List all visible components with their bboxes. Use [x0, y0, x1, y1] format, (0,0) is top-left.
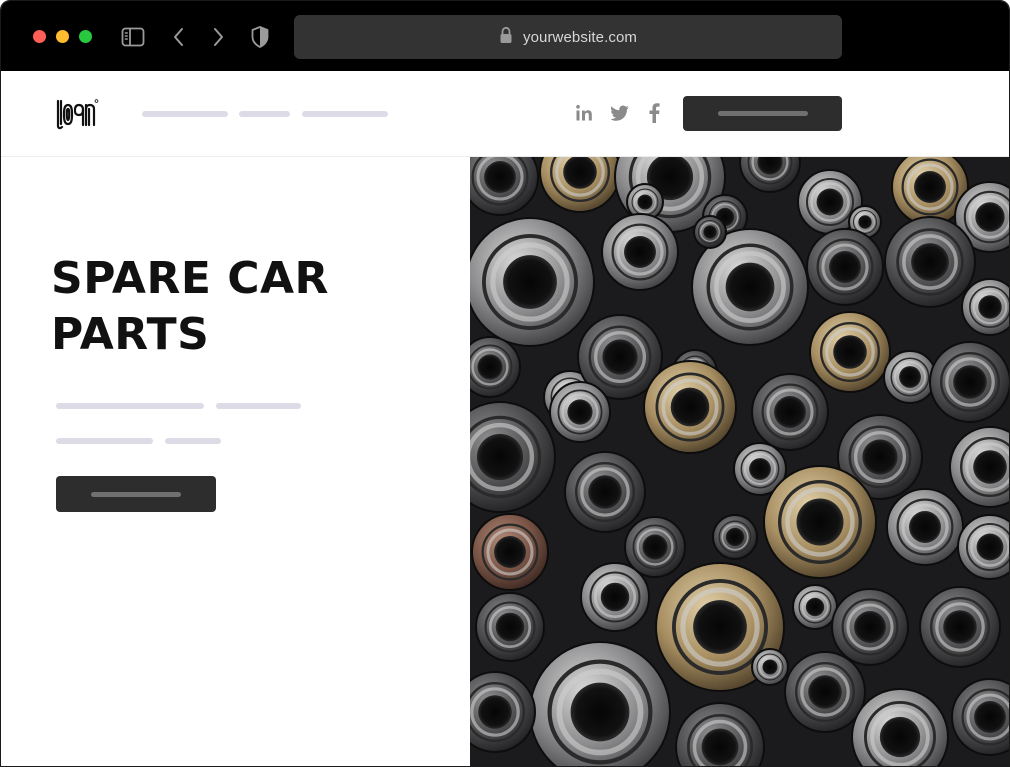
bearing-part: [884, 216, 976, 308]
bearing-part: [929, 341, 1009, 423]
minimize-window-button[interactable]: [56, 30, 69, 43]
hero-text-placeholder: [216, 403, 301, 409]
hero-title-line-2: PARTS: [51, 309, 210, 360]
bearing-part: [919, 586, 1001, 668]
sidebar-icon[interactable]: [120, 24, 146, 50]
address-bar[interactable]: yourwebsite.com: [294, 15, 842, 59]
bearing-part: [712, 514, 758, 560]
bearing-part: [470, 217, 595, 347]
bearing-part: [784, 651, 866, 733]
site-header: [1, 71, 1009, 157]
bearing-part: [957, 514, 1009, 580]
bearing-part: [961, 278, 1009, 336]
bearing-part: [883, 350, 937, 404]
hero-text-placeholder: [165, 438, 221, 444]
bearing-part: [751, 648, 789, 686]
bearing-part: [549, 381, 611, 443]
nav-link-3[interactable]: [302, 111, 388, 117]
car-parts-illustration: [470, 157, 1009, 766]
bearing-part: [806, 228, 884, 306]
bearing-part: [809, 311, 891, 393]
bearing-part: [470, 336, 521, 398]
bearing-part: [792, 584, 838, 630]
shield-icon[interactable]: [247, 24, 273, 50]
bearing-part: [886, 488, 964, 566]
hero-text-placeholder: [56, 403, 204, 409]
hero-title-line-1: SPARE CAR: [51, 253, 329, 304]
browser-window: yourwebsite.com SPARE CAR PARTS: [0, 0, 1010, 767]
bearing-part: [643, 360, 737, 454]
bearing-part: [601, 213, 679, 291]
bearing-part: [475, 592, 545, 662]
bearing-part: [580, 562, 650, 632]
bearing-part: [831, 588, 909, 666]
lock-icon: [499, 26, 513, 49]
nav-link-1[interactable]: [142, 111, 228, 117]
url-text: yourwebsite.com: [522, 28, 638, 46]
logo[interactable]: [55, 96, 99, 132]
linkedin-icon[interactable]: [573, 102, 595, 124]
hero-cta-label-placeholder: [91, 491, 181, 497]
bearing-part: [751, 373, 829, 451]
header-cta-button[interactable]: [683, 96, 842, 131]
close-window-button[interactable]: [33, 30, 46, 43]
forward-chevron-icon[interactable]: [205, 24, 231, 50]
facebook-icon[interactable]: [643, 102, 665, 124]
bearing-part: [763, 465, 877, 579]
bearing-part: [693, 215, 727, 249]
maximize-window-button[interactable]: [79, 30, 92, 43]
browser-toolbar: yourwebsite.com: [1, 1, 1009, 71]
twitter-icon[interactable]: [609, 102, 631, 124]
bearing-part: [529, 641, 671, 766]
bearing-part: [564, 451, 646, 533]
header-cta-label-placeholder: [717, 111, 808, 116]
car-parts-photo: [470, 157, 1009, 766]
nav-link-2[interactable]: [239, 111, 290, 117]
bearing-part: [471, 513, 549, 591]
hero-title: SPARE CAR PARTS: [51, 251, 329, 363]
hero-text-placeholder: [56, 438, 153, 444]
hero-cta-button[interactable]: [56, 476, 216, 512]
back-chevron-icon[interactable]: [166, 24, 192, 50]
